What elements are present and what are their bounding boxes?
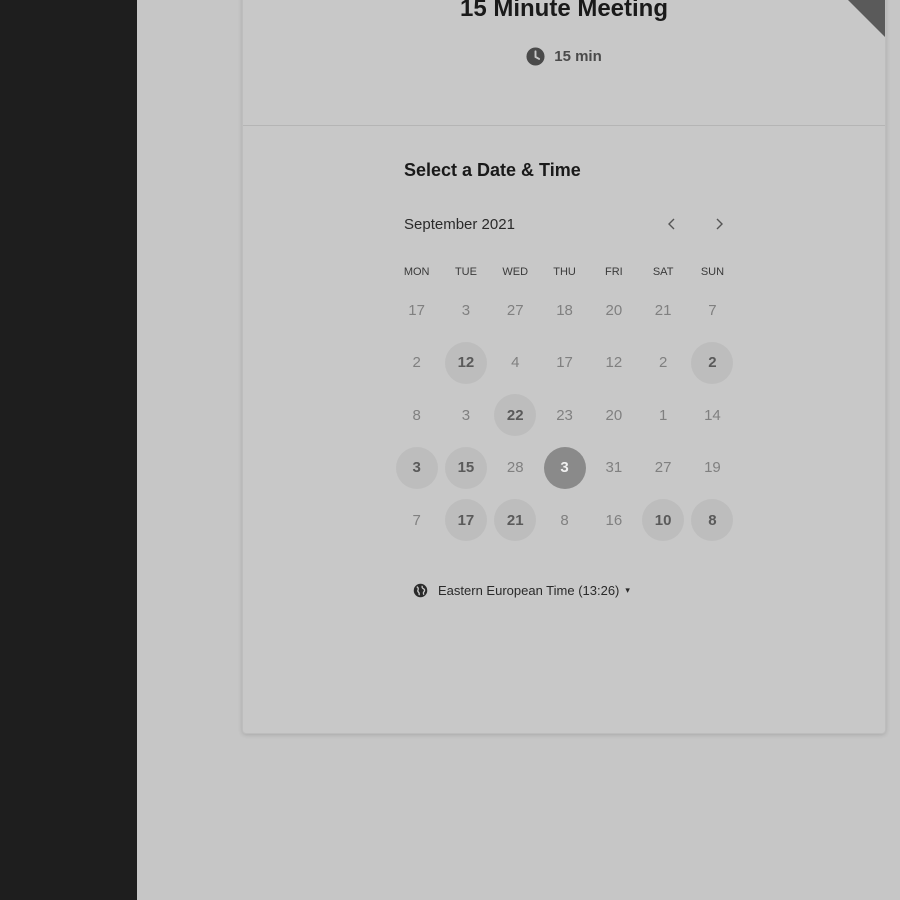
booking-card: 15 Minute Meeting 15 min Select a Date &… xyxy=(242,0,886,734)
unavailable-day: 18 xyxy=(556,301,573,319)
day-cell: 4 xyxy=(491,337,540,390)
day-cell: 2 xyxy=(392,337,441,390)
weekday-label: THU xyxy=(553,266,576,278)
next-month-button[interactable] xyxy=(706,211,732,237)
month-label: September 2021 xyxy=(404,216,515,233)
unavailable-day: 2 xyxy=(658,354,668,372)
available-day[interactable]: 2 xyxy=(691,341,734,384)
weekday-label: SUN xyxy=(700,266,725,278)
day-cell: 21 xyxy=(638,284,687,337)
day-cell: 21 xyxy=(491,494,540,547)
day-cell: 3 xyxy=(441,389,490,442)
available-day[interactable]: 15 xyxy=(444,446,487,489)
available-day[interactable]: 21 xyxy=(494,499,537,542)
duration-row: 15 min xyxy=(243,47,885,66)
unavailable-day: 4 xyxy=(511,354,520,372)
weekday-label: WED xyxy=(502,266,529,278)
day-cell: 17 xyxy=(392,284,441,337)
meeting-title: 15 Minute Meeting xyxy=(459,0,669,22)
unavailable-day: 20 xyxy=(605,406,623,424)
day-cell: 3 xyxy=(392,442,441,495)
unavailable-day: 8 xyxy=(560,511,569,529)
day-cell: 22 xyxy=(491,389,540,442)
day-cell: 7 xyxy=(392,494,441,547)
unavailable-day: 7 xyxy=(708,301,717,319)
unavailable-day: 31 xyxy=(605,459,623,477)
day-cell: 8 xyxy=(688,494,737,547)
available-day[interactable]: 17 xyxy=(444,499,487,542)
left-panel xyxy=(0,0,137,900)
divider xyxy=(243,125,885,126)
unavailable-day: 2 xyxy=(412,354,421,372)
unavailable-day: 17 xyxy=(556,354,573,372)
unavailable-day: 21 xyxy=(654,301,672,319)
day-cell: 27 xyxy=(638,442,687,495)
unavailable-day: 12 xyxy=(605,354,623,372)
globe-icon xyxy=(413,583,428,598)
unavailable-day: 3 xyxy=(461,406,471,424)
day-cell: 8 xyxy=(392,389,441,442)
timezone-label: Eastern European Time (13:26) xyxy=(438,583,620,598)
section-title: Select a Date & Time xyxy=(404,160,581,180)
caret-down-icon: ▾ xyxy=(625,585,630,595)
day-cell: 20 xyxy=(589,284,638,337)
day-cell: 15 xyxy=(441,442,490,495)
day-cell: 23 xyxy=(540,389,589,442)
unavailable-day: 14 xyxy=(704,406,721,424)
weekday-label: MON xyxy=(403,266,430,278)
unavailable-day: 1 xyxy=(658,406,668,424)
day-cell: 3 xyxy=(540,442,589,495)
unavailable-day: 17 xyxy=(408,301,425,319)
unavailable-day: 3 xyxy=(461,301,471,319)
day-cell: 3 xyxy=(441,284,490,337)
day-cell: 10 xyxy=(638,494,687,547)
available-day[interactable]: 10 xyxy=(642,499,685,542)
day-cell: 2 xyxy=(688,337,737,390)
day-cell: 2 xyxy=(638,337,687,390)
day-cell: 7 xyxy=(688,284,737,337)
day-cell: 16 xyxy=(589,494,638,547)
day-cell: 31 xyxy=(589,442,638,495)
day-cell: 1 xyxy=(638,389,687,442)
weekday-label: FRI xyxy=(604,266,623,278)
selected-day[interactable]: 3 xyxy=(543,446,586,489)
day-cell: 19 xyxy=(688,442,737,495)
day-cell: 27 xyxy=(491,284,540,337)
day-cell: 28 xyxy=(491,442,540,495)
calendar-grid: 17 3 27 18 20 21 7 2 12 4 17 12 2 2 8 3 22 23 20 1 14 3 15 28 3 3… xyxy=(392,284,742,547)
day-cell: 17 xyxy=(540,337,589,390)
chevron-left-icon xyxy=(668,218,675,230)
clock-icon xyxy=(526,47,545,66)
unavailable-day: 28 xyxy=(506,459,524,477)
unavailable-day: 27 xyxy=(506,301,524,319)
day-cell: 14 xyxy=(688,389,737,442)
day-cell: 12 xyxy=(589,337,638,390)
unavailable-day: 23 xyxy=(556,406,573,424)
day-cell: 18 xyxy=(540,284,589,337)
unavailable-day: 19 xyxy=(704,459,721,477)
prev-month-button[interactable] xyxy=(659,211,685,237)
unavailable-day: 20 xyxy=(605,301,623,319)
unavailable-day: 16 xyxy=(605,511,623,529)
chevron-right-icon xyxy=(716,218,723,230)
available-day[interactable]: 12 xyxy=(444,341,487,384)
timezone-selector[interactable]: Eastern European Time (13:26) ▾ xyxy=(413,583,630,598)
weekday-header: MON TUE WED THU FRI SAT SUN xyxy=(392,266,742,278)
unavailable-day: 7 xyxy=(412,511,421,529)
available-day[interactable]: 8 xyxy=(691,499,734,542)
day-cell: 12 xyxy=(441,337,490,390)
day-cell: 17 xyxy=(441,494,490,547)
duration-text: 15 min xyxy=(554,48,602,65)
day-cell: 20 xyxy=(589,389,638,442)
unavailable-day: 8 xyxy=(412,406,421,424)
weekday-label: TUE xyxy=(454,266,477,278)
weekday-label: SAT xyxy=(652,266,674,278)
day-cell: 8 xyxy=(540,494,589,547)
available-day[interactable]: 3 xyxy=(395,446,438,489)
available-day[interactable]: 22 xyxy=(494,394,537,437)
unavailable-day: 27 xyxy=(654,459,672,477)
